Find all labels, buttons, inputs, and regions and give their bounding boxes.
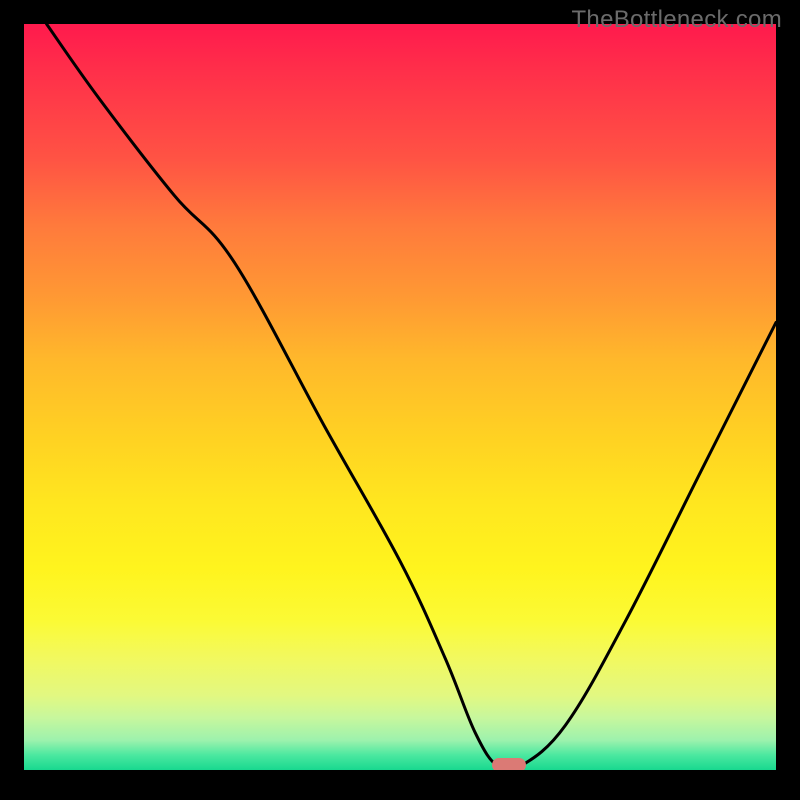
watermark-text: TheBottleneck.com bbox=[571, 6, 782, 34]
bottleneck-curve-path bbox=[47, 24, 776, 770]
chart-frame bbox=[24, 24, 776, 776]
plot-area bbox=[24, 24, 776, 770]
curve-svg bbox=[24, 24, 776, 770]
x-axis bbox=[24, 770, 776, 776]
optimal-marker bbox=[492, 758, 526, 770]
